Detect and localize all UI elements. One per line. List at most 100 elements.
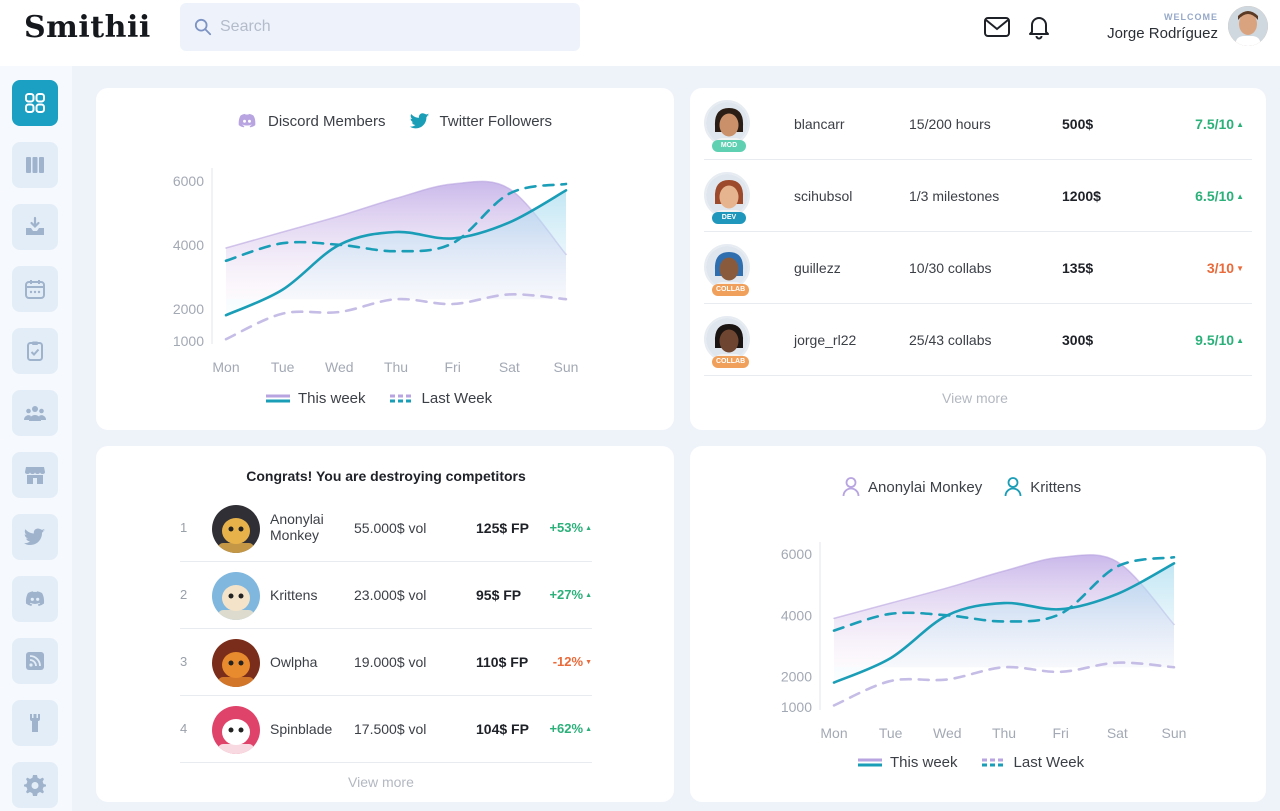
bell-icon[interactable] — [1024, 12, 1054, 42]
contributors-view-more-link[interactable]: View more — [942, 390, 1008, 406]
competitor-change: +62% ▲ — [549, 721, 592, 736]
calendar-icon — [25, 280, 45, 299]
competitors-title: Congrats! You are destroying competitors — [246, 468, 526, 484]
trend-up-icon: ▲ — [585, 525, 592, 532]
competitor-rank: 4 — [180, 721, 188, 736]
role-badge: COLLAB — [712, 284, 750, 296]
user-icon — [1004, 477, 1022, 497]
y-tick-label: 1000 — [781, 699, 812, 715]
nav-tools[interactable] — [12, 700, 58, 746]
search-box[interactable] — [180, 3, 580, 51]
nav-discord[interactable] — [12, 576, 58, 622]
contributor-avatar[interactable]: MOD — [704, 100, 754, 152]
users-icon — [23, 406, 47, 421]
y-tick-label: 4000 — [173, 237, 204, 253]
contributor-row[interactable]: COLLAB jorge_rl22 25/43 collabs 300$ 9.5/10 ▲ — [704, 304, 1252, 376]
competitor-floor-price: 104$ FP — [476, 721, 529, 737]
x-tick-label: Wed — [933, 725, 962, 741]
user-avatar[interactable] — [1228, 6, 1268, 46]
legend-label: Twitter Followers — [439, 112, 553, 130]
competitor-avatar[interactable] — [212, 572, 260, 620]
contributor-username: jorge_rl22 — [794, 332, 857, 348]
role-badge: COLLAB — [712, 356, 750, 368]
competitor-row[interactable]: 1 Anonylai Monkey 55.000$ vol 125$ FP +53% ▲ — [180, 496, 592, 562]
competitor-avatar[interactable] — [212, 505, 260, 553]
nav-twitter[interactable] — [12, 514, 58, 560]
nav-tasks[interactable] — [12, 328, 58, 374]
series-line — [224, 293, 568, 341]
x-tick-label: Sun — [554, 359, 579, 375]
contributor-row[interactable]: COLLAB guillezz 10/30 collabs 135$ 3/10 ▼ — [704, 232, 1252, 304]
community-line-chart: 1000 2000 4000 6000 Mon Tue Wed Thu Fri Sat Sun — [173, 168, 579, 375]
search-input[interactable] — [220, 13, 560, 41]
competitor-volume: 23.000$ vol — [354, 587, 427, 603]
legend-item-krittens: Krittens — [1004, 476, 1081, 498]
legend-swatch-solid — [266, 394, 290, 402]
nav-columns[interactable] — [12, 142, 58, 188]
contributor-avatar[interactable]: COLLAB — [704, 316, 754, 368]
contributor-username: blancarr — [794, 116, 845, 132]
series-line — [832, 661, 1176, 707]
contributor-avatar[interactable]: DEV — [704, 172, 754, 224]
nav-calendar[interactable] — [12, 266, 58, 312]
nav-download[interactable] — [12, 204, 58, 250]
contributor-progress: 25/43 collabs — [909, 332, 992, 348]
twitter-icon — [24, 528, 45, 545]
rss-icon — [26, 652, 44, 670]
x-tick-label: Thu — [384, 359, 408, 375]
contributor-row[interactable]: DEV scihubsol 1/3 milestones 1200$ 6.5/10 ▲ — [704, 160, 1252, 232]
nav-feed[interactable] — [12, 638, 58, 684]
nav-dashboard[interactable] — [12, 80, 58, 126]
competitors-view-more-link[interactable]: View more — [348, 774, 414, 790]
app-logo[interactable]: Smithii — [24, 10, 151, 45]
trend-up-icon: ▲ — [1236, 336, 1244, 345]
x-tick-label: Mon — [820, 725, 847, 741]
contributor-score: 7.5/10 ▲ — [1195, 116, 1244, 132]
competitor-floor-price: 110$ FP — [476, 654, 529, 670]
y-tick-label: 1000 — [173, 333, 204, 349]
chart-legend-bottom: This week Last Week — [266, 390, 492, 407]
chart-legend: Anonylai Monkey Krittens — [842, 476, 1081, 498]
grid-icon — [25, 93, 45, 113]
legend-item-discord: Discord Members — [234, 110, 386, 132]
y-tick-label: 2000 — [781, 668, 812, 684]
legend-swatch-dashed — [389, 394, 414, 402]
trend-up-icon: ▲ — [585, 592, 592, 599]
role-badge: MOD — [712, 140, 746, 152]
legend-label: This week — [298, 390, 366, 407]
mail-icon[interactable] — [982, 12, 1012, 42]
x-tick-label: Thu — [992, 725, 1016, 741]
contributor-score: 6.5/10 ▲ — [1195, 188, 1244, 204]
competitor-change: +53% ▲ — [549, 520, 592, 535]
competitor-name: Spinblade — [270, 721, 333, 737]
competitor-rank: 2 — [180, 587, 188, 602]
competitor-row[interactable]: 2 Krittens 23.000$ vol 95$ FP +27% ▲ — [180, 563, 592, 629]
twitter-icon — [409, 113, 429, 129]
competitor-row[interactable]: 4 Spinblade 17.500$ vol 104$ FP +62% ▲ — [180, 697, 592, 763]
nav-store[interactable] — [12, 452, 58, 498]
legend-this-week: This week — [858, 754, 958, 771]
trend-down-icon: ▼ — [1236, 264, 1244, 273]
welcome-label: WELCOME — [1164, 12, 1218, 22]
competitor-avatar[interactable] — [212, 639, 260, 687]
contributor-avatar[interactable]: COLLAB — [704, 244, 754, 296]
nav-settings[interactable] — [12, 762, 58, 808]
contributor-progress: 1/3 milestones — [909, 188, 1000, 204]
wrench-icon — [30, 714, 40, 732]
trend-up-icon: ▲ — [585, 726, 592, 733]
competitor-avatar[interactable] — [212, 706, 260, 754]
discord-icon — [25, 591, 45, 606]
user-name: Jorge Rodríguez — [1107, 25, 1218, 42]
contributor-row[interactable]: MOD blancarr 15/200 hours 500$ 7.5/10 ▲ — [704, 88, 1252, 160]
nav-team[interactable] — [12, 390, 58, 436]
contributor-progress: 15/200 hours — [909, 116, 991, 132]
competitors-card: Congrats! You are destroying competitors… — [96, 446, 674, 802]
competitor-rank: 1 — [180, 520, 188, 535]
x-tick-label: Tue — [879, 725, 903, 741]
competitor-row[interactable]: 3 Owlpha 19.000$ vol 110$ FP -12% ▼ — [180, 630, 592, 696]
collections-line-chart: 1000 2000 4000 6000 Mon Tue Wed Thu Fri Sat Sun — [781, 542, 1186, 741]
search-icon — [194, 18, 212, 36]
legend-label: Krittens — [1030, 478, 1082, 496]
sidebar — [0, 66, 72, 811]
trend-down-icon: ▼ — [585, 659, 592, 666]
